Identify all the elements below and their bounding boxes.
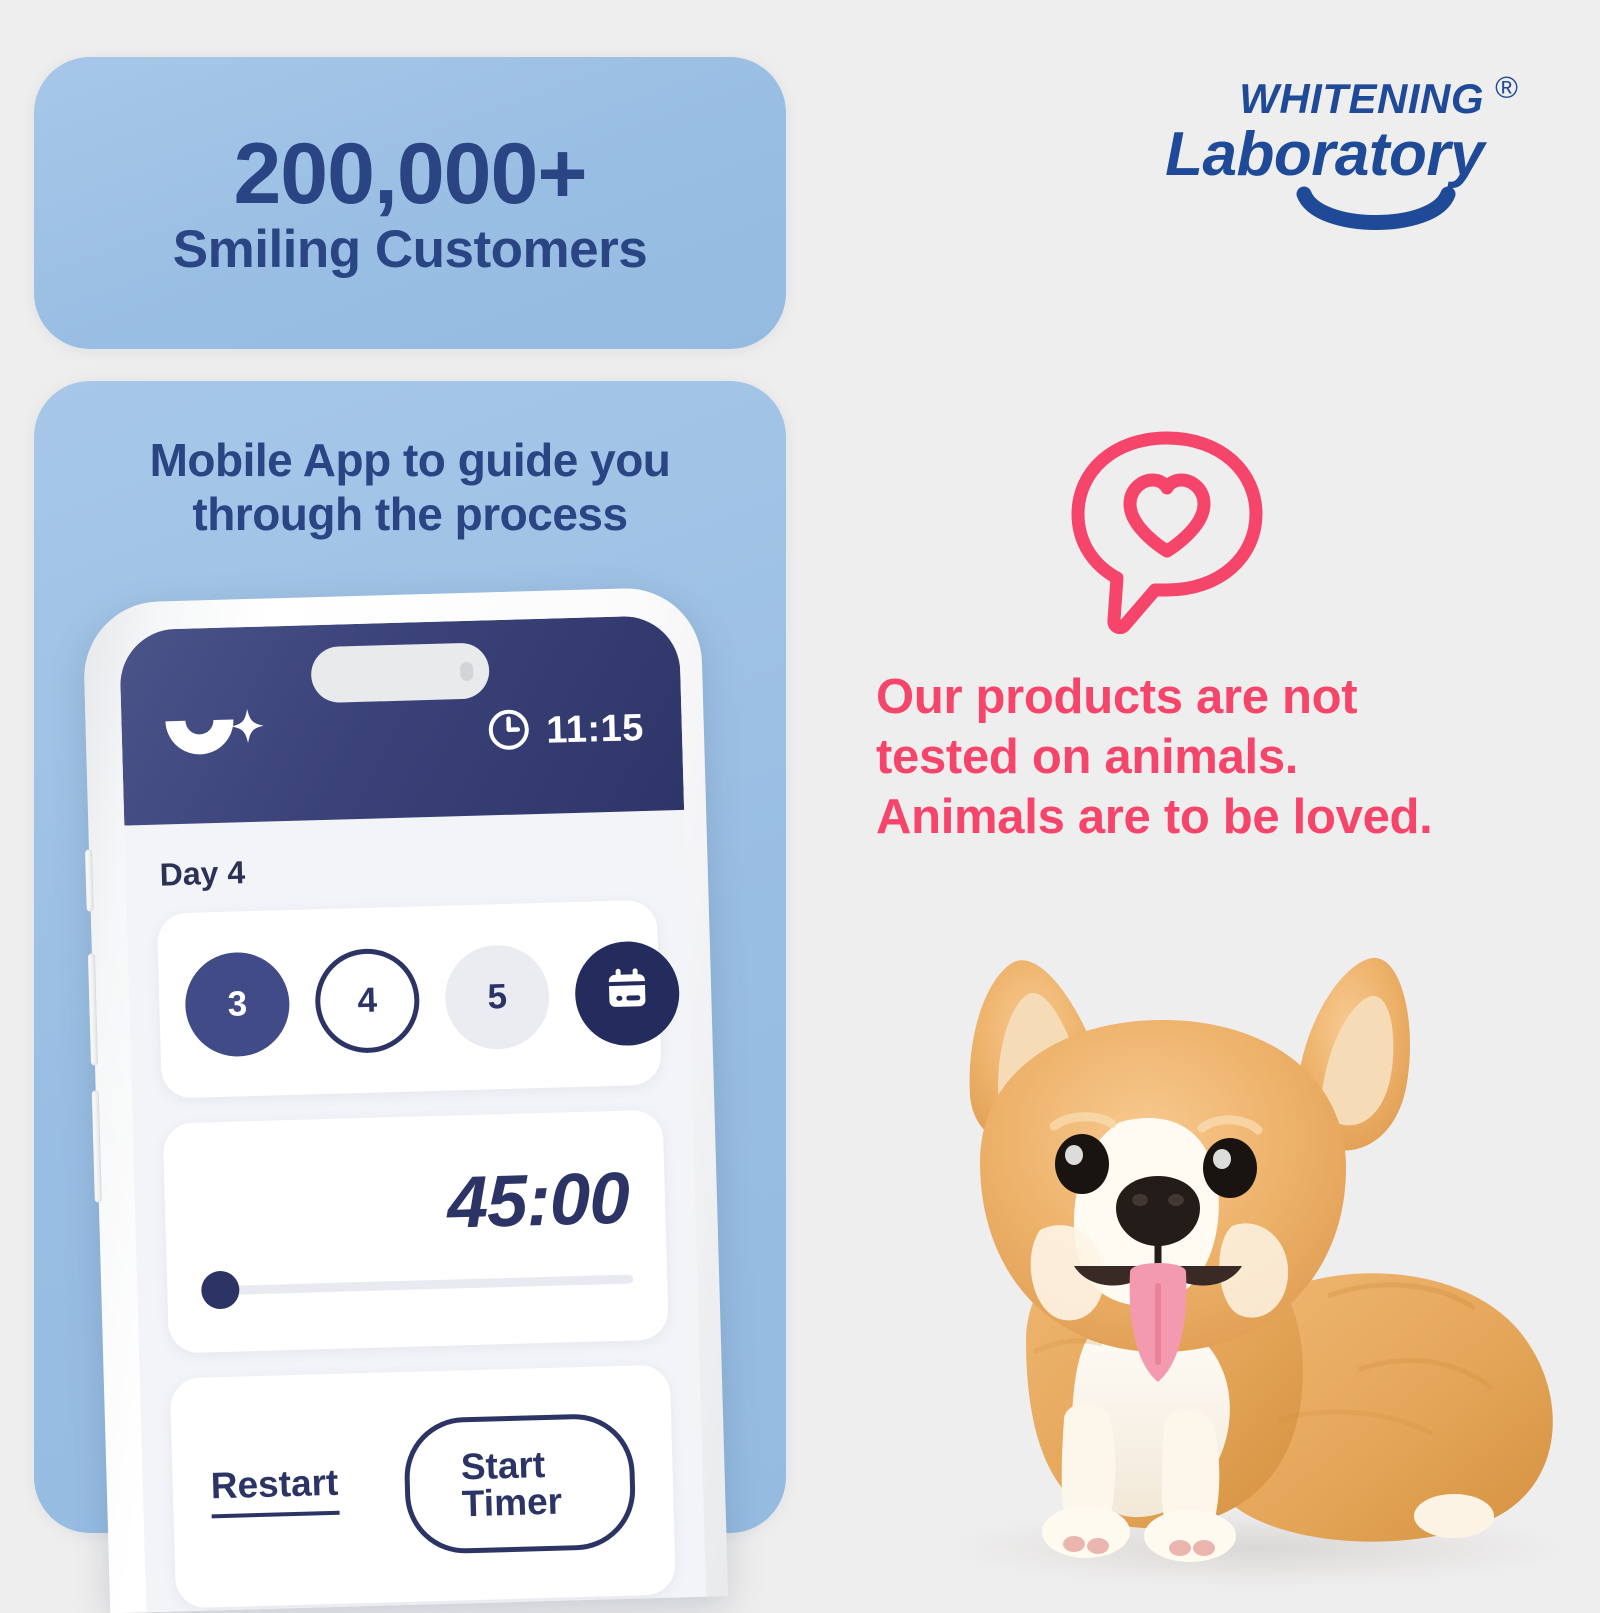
logo-laboratory-text: Laboratory: [1165, 120, 1484, 189]
calendar-icon: [600, 962, 654, 1024]
timer-panel: 45:00: [162, 1109, 669, 1354]
brand-logo: WHITENING Laboratory ®: [1144, 70, 1518, 230]
cruelty-free-line1: Our products are not: [876, 670, 1358, 724]
customer-count-label: Smiling Customers: [172, 219, 648, 279]
mobile-app-heading-line1: Mobile App to guide you: [149, 434, 671, 486]
cruelty-free-statement: Our products are not tested on animals. …: [876, 668, 1536, 847]
infographic-canvas: 200,000+ Smiling Customers Mobile App to…: [0, 0, 1600, 1613]
front-camera-icon: [459, 661, 474, 681]
cruelty-free-line2: tested on animals.: [876, 729, 1299, 784]
day-label: Day 4: [159, 854, 246, 893]
start-timer-button[interactable]: Start Timer: [402, 1412, 637, 1555]
phone-mockup: 11:15 Day 4 3 4 5 45:00 Restart Start Ti…: [82, 586, 729, 1613]
corgi-dog-photo: [858, 900, 1600, 1600]
timer-value: 45:00: [446, 1157, 631, 1244]
timer-slider-thumb[interactable]: [200, 1270, 240, 1310]
logo-whitening-text: WHITENING: [1239, 75, 1484, 122]
app-content: Day 4 3 4 5 45:00 Restart Start Timer: [124, 810, 706, 1609]
smile-sparkle-logo-icon: [155, 705, 267, 774]
smile-swoosh-icon: [1296, 186, 1456, 245]
speech-bubble-heart-icon: [1062, 420, 1272, 645]
clock-icon: [487, 707, 532, 757]
day-option-4[interactable]: 4: [313, 946, 421, 1054]
mobile-app-heading-line2: through the process: [192, 488, 628, 541]
day-option-3[interactable]: 3: [183, 950, 291, 1058]
customer-count: 200,000+: [233, 125, 587, 222]
mobile-app-heading: Mobile App to guide you through the proc…: [34, 433, 786, 542]
status-clock: 11:15: [487, 704, 645, 757]
registered-trademark-icon: ®: [1495, 70, 1518, 105]
calendar-button[interactable]: [573, 939, 681, 1047]
dynamic-island: [310, 642, 490, 704]
timer-slider[interactable]: [200, 1270, 634, 1310]
phone-screen: 11:15 Day 4 3 4 5 45:00 Restart Start Ti…: [118, 614, 707, 1613]
app-status-bar: 11:15: [118, 614, 685, 826]
day-option-5[interactable]: 5: [443, 943, 551, 1051]
cruelty-free-line3: Animals are to be loved.: [876, 789, 1433, 844]
day-selector-panel: 3 4 5: [156, 899, 681, 1099]
timer-actions-panel: Restart Start Timer: [169, 1364, 677, 1609]
restart-button[interactable]: Restart: [210, 1461, 340, 1518]
timer-slider-track: [201, 1274, 634, 1296]
clock-time: 11:15: [545, 707, 645, 752]
smiling-customers-card: 200,000+ Smiling Customers: [34, 57, 786, 349]
